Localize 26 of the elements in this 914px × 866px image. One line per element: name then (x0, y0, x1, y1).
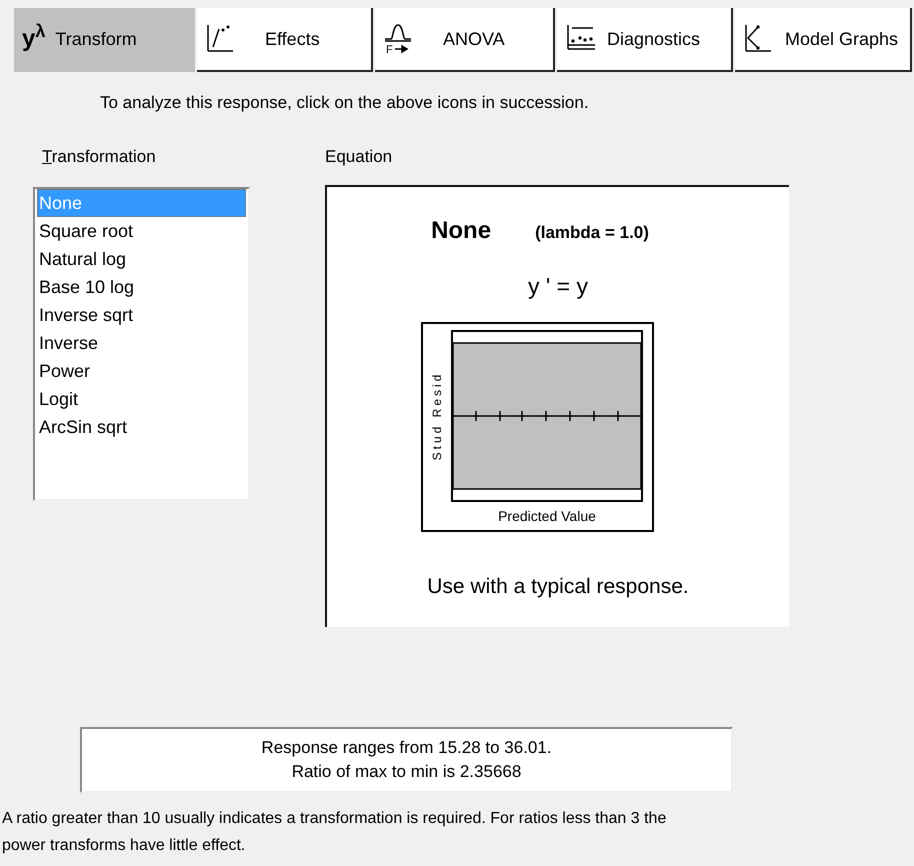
list-item[interactable]: Natural log (37, 245, 246, 273)
list-item[interactable]: Square root (37, 217, 246, 245)
range-text: Ratio of max to min is 2.35668 (292, 761, 522, 783)
lambda-text: (lambda = 1.0) (535, 222, 649, 244)
transformation-list[interactable]: None Square root Natural log Base 10 log Inverse sqrt Inverse Power Logit ArcSin sqrt (33, 187, 250, 501)
formula-text: y ' = y (528, 272, 588, 301)
list-item[interactable]: Inverse (37, 329, 246, 357)
list-item[interactable]: Logit (37, 385, 246, 413)
residual-plot-drawing: Stud Resid Predicted Value (421, 322, 655, 532)
footnote-text: A ratio greater than 10 usually indicates a transformation is required. For ratios less than 3 the power transforms have little effect. (2, 809, 668, 856)
equation-label: Equation (325, 146, 394, 168)
tab[interactable]: Effects (197, 8, 373, 72)
list-item[interactable]: Base 10 log (37, 273, 246, 301)
instruction-text: To analyze this response, click on the above icons in succession. (100, 92, 590, 114)
transformation-name: None (431, 216, 492, 246)
tab[interactable]: y$^{λ}$ Transform (14, 8, 195, 72)
tab[interactable]: Model Graphs (735, 8, 912, 72)
transformation-label: Transformation (42, 146, 157, 168)
range-text: Response ranges from 15.28 to 36.01. (261, 737, 552, 759)
tab[interactable]: F ANOVA (375, 8, 555, 72)
advice-text: Use with a typical response. (427, 574, 689, 600)
power-symbol-icon: y$^{λ}$ (22, 21, 46, 57)
tab[interactable]: Diagnostics (557, 8, 733, 72)
list-item[interactable]: Inverse sqrt (37, 301, 246, 329)
list-item[interactable]: ArcSin sqrt (37, 413, 246, 441)
list-item[interactable]: Power (37, 357, 246, 385)
